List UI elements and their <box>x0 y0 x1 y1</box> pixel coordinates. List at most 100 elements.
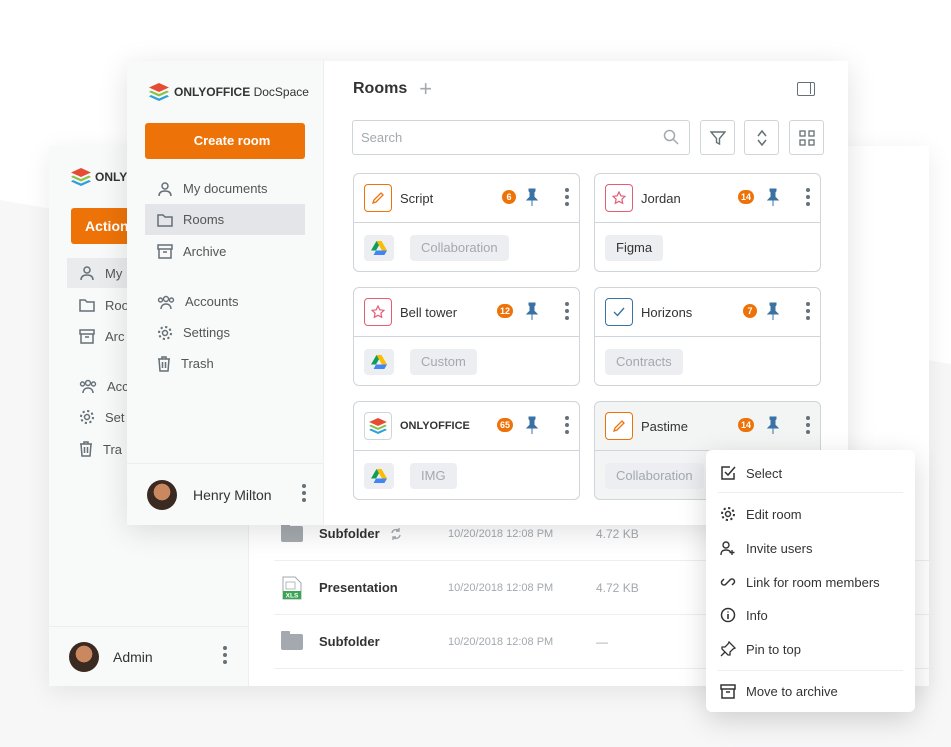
search-placeholder: Search <box>361 130 403 145</box>
back-nav-label: Acc <box>107 378 129 394</box>
create-room-button[interactable]: Create room <box>145 123 305 159</box>
search-input[interactable]: Search <box>352 120 690 155</box>
back-user-menu-icon[interactable] <box>223 646 227 667</box>
menu-item-info[interactable]: Info <box>720 602 910 628</box>
room-menu-icon[interactable] <box>806 416 810 437</box>
menu-item-label: Edit room <box>746 506 802 522</box>
pin-icon[interactable] <box>767 188 779 206</box>
add-room-icon[interactable]: + <box>419 78 432 100</box>
checkbox-icon <box>721 466 736 480</box>
star-icon <box>605 184 633 212</box>
file-date: 10/20/2018 12:08 PM <box>448 581 554 594</box>
file-date: 10/20/2018 12:08 PM <box>448 635 554 648</box>
sidebar-item-archive[interactable]: Archive <box>145 236 305 267</box>
folder-icon <box>281 522 303 542</box>
search-icon <box>663 129 679 145</box>
sidebar-item-my-documents[interactable]: My documents <box>145 173 305 204</box>
room-tag[interactable]: Contracts <box>605 349 683 375</box>
room-tag[interactable]: Collaboration <box>410 235 509 261</box>
pin-icon <box>720 641 736 657</box>
info-panel-toggle-icon[interactable] <box>797 82 815 96</box>
room-tag[interactable]: Custom <box>410 349 477 375</box>
file-size: 4.72 KB <box>596 526 639 541</box>
link-icon <box>720 578 736 586</box>
menu-item-select[interactable]: Select <box>720 460 910 486</box>
back-nav-label: Roo <box>105 297 129 313</box>
new-items-badge: 65 <box>497 418 514 432</box>
room-menu-icon[interactable] <box>806 302 810 323</box>
room-card[interactable]: ONLYOFFICE 65 IMG <box>353 401 580 500</box>
archive-icon <box>720 683 736 699</box>
new-items-badge: 6 <box>502 190 516 204</box>
google-drive-icon <box>364 235 394 261</box>
filter-button[interactable] <box>700 120 735 155</box>
xls-label: XLS <box>286 592 299 599</box>
menu-item-label: Pin to top <box>746 641 801 657</box>
sidebar-item-accounts[interactable]: Accounts <box>145 286 305 317</box>
new-items-badge: 12 <box>497 304 514 318</box>
menu-item-link-for-room-members[interactable]: Link for room members <box>720 569 910 595</box>
user-icon <box>158 181 172 196</box>
room-tag[interactable]: Figma <box>605 235 664 261</box>
folder-icon <box>157 213 173 227</box>
pin-icon[interactable] <box>767 416 779 434</box>
trash-icon <box>158 355 170 372</box>
room-tag[interactable]: Collaboration <box>605 463 704 489</box>
folder-icon <box>79 299 95 312</box>
menu-item-label: Move to archive <box>746 683 838 699</box>
room-name: Script <box>400 191 434 206</box>
menu-item-invite-users[interactable]: Invite users <box>720 535 910 561</box>
sidebar-item-rooms[interactable]: Rooms <box>145 204 305 235</box>
avatar <box>147 479 177 510</box>
menu-item-move-to-archive[interactable]: Move to archive <box>720 678 910 704</box>
sidebar-item-trash[interactable]: Trash <box>145 348 305 379</box>
sidebar-item-label: Archive <box>183 244 227 259</box>
sync-icon <box>390 527 401 540</box>
filter-icon <box>709 130 726 145</box>
pin-icon[interactable] <box>526 188 538 206</box>
onlyoffice-logo-icon <box>71 168 91 186</box>
menu-item-label: Info <box>746 607 768 623</box>
room-card[interactable]: Script 6 Collaboration <box>353 173 580 272</box>
grid-view-icon <box>798 129 815 146</box>
xls-file-icon: XLS <box>282 576 302 599</box>
room-tag[interactable]: IMG <box>410 463 457 489</box>
room-card[interactable]: Horizons 7 Contracts <box>594 287 821 386</box>
room-name: Horizons <box>641 305 693 320</box>
onlyoffice-logo-icon <box>364 412 392 440</box>
menu-divider <box>718 492 903 493</box>
menu-item-pin-to-top[interactable]: Pin to top <box>720 636 910 662</box>
view-toggle-button[interactable] <box>789 120 824 155</box>
pencil-icon <box>364 184 392 212</box>
room-menu-icon[interactable] <box>565 416 569 437</box>
page-title: Rooms <box>353 80 408 97</box>
room-menu-icon[interactable] <box>806 188 810 209</box>
user-menu-icon[interactable] <box>302 484 306 505</box>
pin-icon[interactable] <box>526 302 538 320</box>
room-menu-icon[interactable] <box>565 188 569 209</box>
back-nav-label: Tra <box>103 441 123 457</box>
sidebar-item-label: Settings <box>183 325 230 340</box>
google-drive-icon <box>364 349 394 375</box>
room-card[interactable]: Jordan 14 Figma <box>594 173 821 272</box>
sidebar-item-settings[interactable]: Settings <box>145 317 305 348</box>
room-menu-icon[interactable] <box>565 302 569 323</box>
info-icon <box>720 607 736 623</box>
sidebar: ONLYOFFICE DocSpace Create room My docum… <box>127 61 324 525</box>
file-name: Subfolder <box>319 634 380 649</box>
room-name: Jordan <box>641 191 681 206</box>
room-name: ONLYOFFICE <box>400 420 470 432</box>
google-drive-icon <box>364 463 394 489</box>
file-size: — <box>596 634 608 649</box>
room-card[interactable]: Bell tower 12 Custom <box>353 287 580 386</box>
gear-icon <box>80 410 94 424</box>
logo-brand: ONLYOFFICE <box>174 85 251 99</box>
menu-item-edit-room[interactable]: Edit room <box>720 501 910 527</box>
pin-icon[interactable] <box>526 416 538 434</box>
back-nav-label: Set <box>105 409 125 425</box>
user-panel: Henry Milton <box>127 463 324 525</box>
file-date: 10/20/2018 12:08 PM <box>448 527 554 540</box>
accounts-icon <box>79 379 97 394</box>
sort-button[interactable] <box>744 120 779 155</box>
pin-icon[interactable] <box>767 302 779 320</box>
